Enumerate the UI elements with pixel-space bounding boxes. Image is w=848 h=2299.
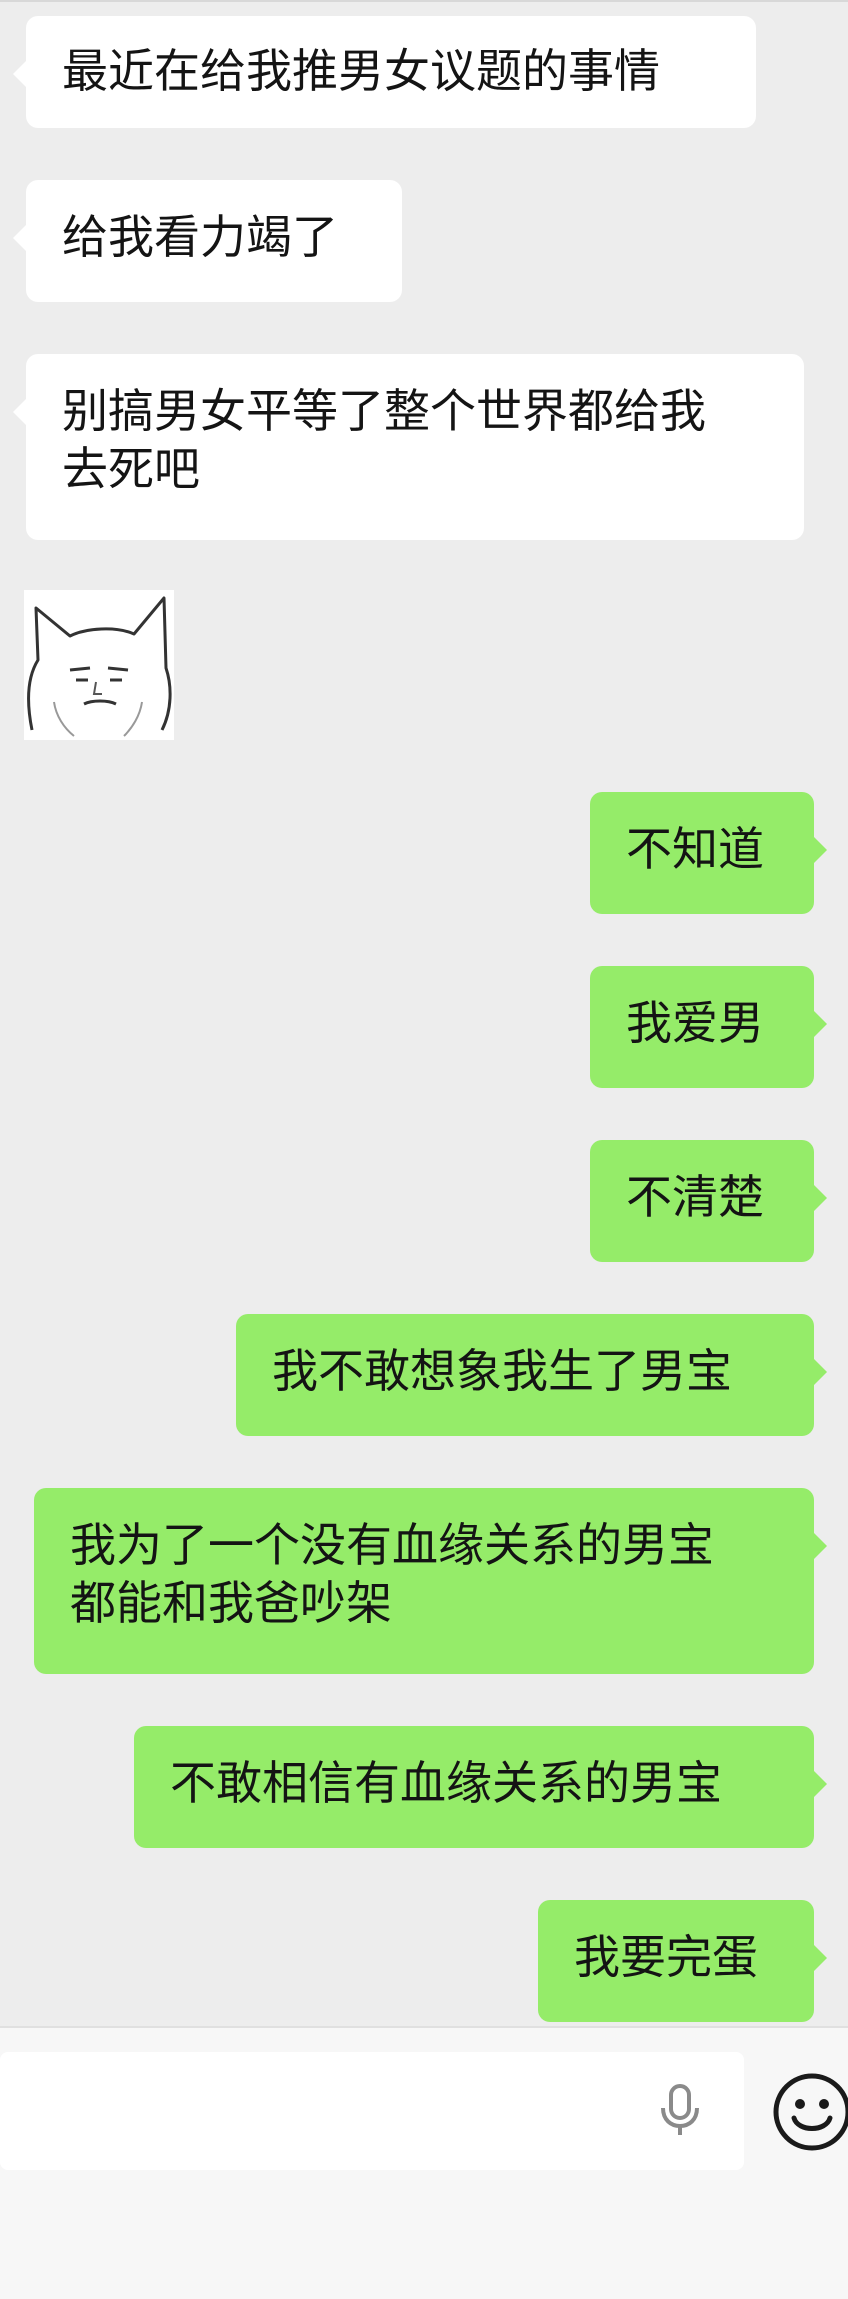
message-bubble-sent[interactable]: 我不敢想象我生了男宝 <box>236 1314 827 1436</box>
message-bubble-received[interactable]: 给我看力竭了 <box>13 180 402 302</box>
chat-input-bar <box>0 2026 848 2299</box>
microphone-icon[interactable] <box>652 2082 708 2138</box>
message-bubble-sent[interactable]: 不清楚 <box>590 1140 827 1262</box>
message-bubble-sent[interactable]: 我为了一个没有血缘关系的男宝 都能和我爸吵架 <box>34 1488 827 1674</box>
emoji-icon[interactable] <box>770 2070 848 2154</box>
message-bubble-sent[interactable]: 我爱男 <box>590 966 827 1088</box>
message-bubble-sent[interactable]: 我要完蛋 <box>538 1900 827 2022</box>
cat-face-icon <box>27 596 172 737</box>
message-bubble-received[interactable]: 别搞男女平等了整个世界都给我 去死吧 <box>13 354 804 540</box>
message-bubble-sent[interactable]: 不敢相信有血缘关系的男宝 <box>134 1726 827 1848</box>
message-bubble-sent[interactable]: 不知道 <box>590 792 827 914</box>
chat-message-list[interactable]: 最近在给我推男女议题的事情 给我看力竭了 别搞男女平等了整个世界都给我 去死吧 … <box>0 0 848 2028</box>
message-input[interactable] <box>0 2052 744 2170</box>
message-bubble-received[interactable]: 最近在给我推男女议题的事情 <box>13 16 756 128</box>
cat-face-sticker[interactable] <box>24 590 174 740</box>
